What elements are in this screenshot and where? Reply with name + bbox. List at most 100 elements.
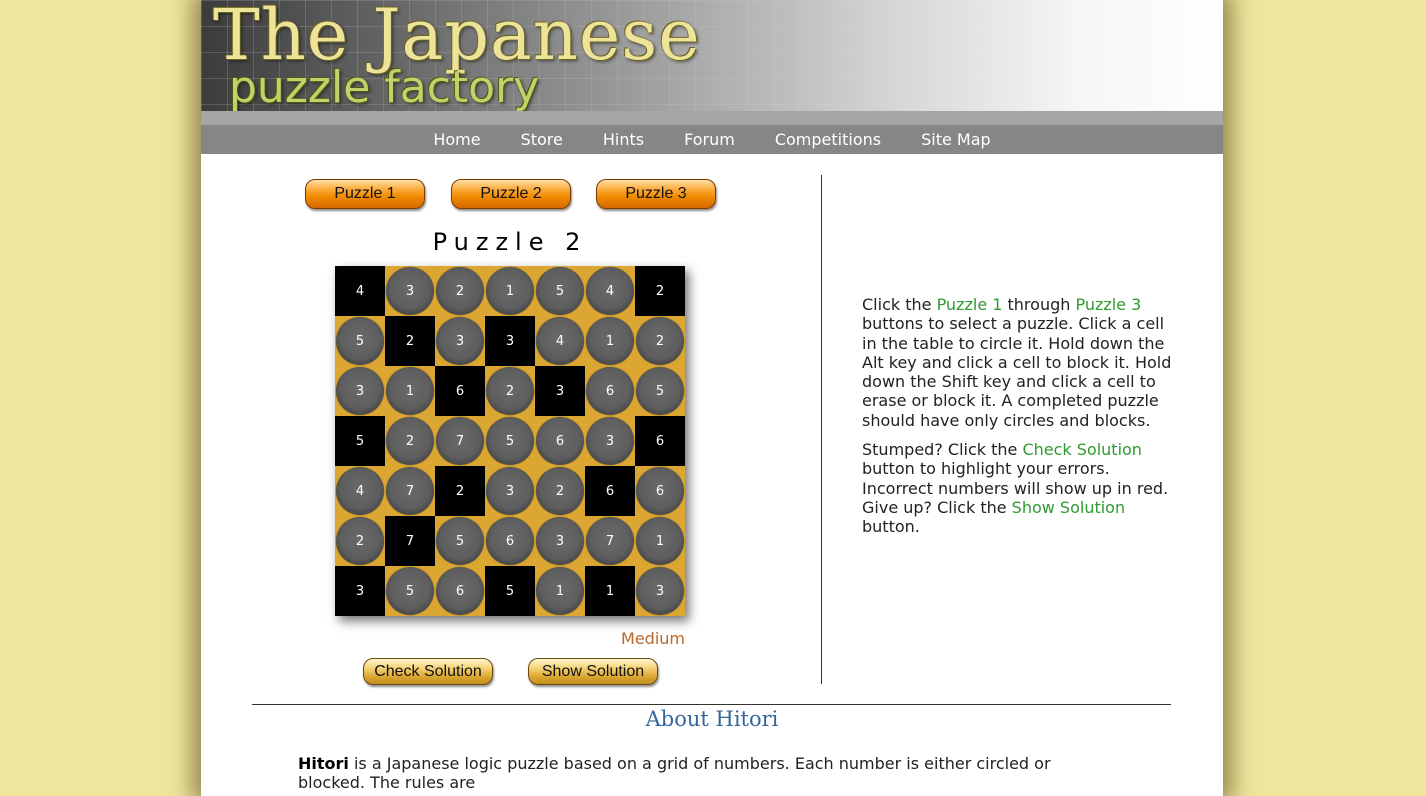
grid-cell-circled[interactable]: 2 [335, 516, 385, 566]
cell-number: 1 [605, 333, 615, 349]
show-solution-button[interactable]: Show Solution [528, 658, 658, 685]
grid-cell-circled[interactable]: 7 [585, 516, 635, 566]
grid-cell-circled[interactable]: 5 [535, 266, 585, 316]
grid-cell-blocked[interactable]: 2 [385, 316, 435, 366]
cell-number: 3 [355, 383, 365, 399]
grid-cell-circled[interactable]: 3 [435, 316, 485, 366]
grid-cell-circled[interactable]: 2 [485, 366, 535, 416]
grid-cell-circled[interactable]: 1 [535, 566, 585, 616]
site-title-line2: puzzle factory [229, 62, 540, 111]
grid-cell-blocked[interactable]: 1 [585, 566, 635, 616]
grid-cell-circled[interactable]: 7 [385, 466, 435, 516]
cell-number: 6 [455, 583, 465, 599]
nav-home[interactable]: Home [413, 125, 500, 154]
grid-cell-circled[interactable]: 2 [435, 266, 485, 316]
puzzle-3-button[interactable]: Puzzle 3 [596, 179, 716, 209]
cell-number: 1 [405, 383, 415, 399]
grid-cell-circled[interactable]: 5 [335, 316, 385, 366]
grid-cell-blocked[interactable]: 2 [635, 266, 685, 316]
cell-number: 3 [505, 483, 515, 499]
difficulty-label: Medium [621, 629, 685, 648]
cell-number: 6 [655, 483, 665, 499]
grid-cell-circled[interactable]: 3 [385, 266, 435, 316]
nav-forum[interactable]: Forum [664, 125, 755, 154]
grid-cell-circled[interactable]: 1 [385, 366, 435, 416]
cell-number: 6 [505, 533, 515, 549]
grid-cell-circled[interactable]: 3 [585, 416, 635, 466]
grid-cell-blocked[interactable]: 5 [485, 566, 535, 616]
grid-cell-circled[interactable]: 6 [585, 366, 635, 416]
about-bold-term: Hitori [298, 754, 349, 773]
header-band [201, 111, 1223, 125]
about-heading: About Hitori [645, 707, 779, 731]
grid-cell-blocked[interactable]: 4 [335, 266, 385, 316]
grid-cell-circled[interactable]: 1 [585, 316, 635, 366]
puzzle-1-button[interactable]: Puzzle 1 [305, 179, 425, 209]
cell-number: 7 [605, 533, 615, 549]
grid-cell-blocked[interactable]: 3 [335, 566, 385, 616]
puzzle-2-button[interactable]: Puzzle 2 [451, 179, 571, 209]
header-banner: The Japanese puzzle factory [201, 0, 1223, 111]
cell-number: 6 [605, 383, 615, 399]
grid-cell-circled[interactable]: 3 [485, 466, 535, 516]
grid-cell-blocked[interactable]: 2 [435, 466, 485, 516]
about-paragraph: Hitori is a Japanese logic puzzle based … [298, 754, 1098, 793]
cell-number: 3 [555, 533, 565, 549]
grid-cell-blocked[interactable]: 6 [635, 416, 685, 466]
instructions-paragraph-2: Stumped? Click the Check Solution button… [862, 440, 1180, 536]
check-solution-reference: Check Solution [1022, 440, 1142, 460]
puzzle-title: Puzzle 2 [432, 228, 588, 256]
grid-cell-circled[interactable]: 6 [435, 566, 485, 616]
grid-cell-circled[interactable]: 6 [485, 516, 535, 566]
grid-cell-blocked[interactable]: 5 [335, 416, 385, 466]
about-text: is a Japanese logic puzzle based on a gr… [298, 754, 1051, 793]
check-solution-button[interactable]: Check Solution [363, 658, 493, 685]
grid-cell-circled[interactable]: 5 [485, 416, 535, 466]
grid-cell-circled[interactable]: 2 [535, 466, 585, 516]
puzzle-1-reference: Puzzle 1 [936, 295, 1003, 314]
instructions-text: buttons to select a puzzle. Click a cell… [862, 314, 1172, 430]
show-solution-reference: Show Solution [1011, 497, 1126, 517]
grid-cell-blocked[interactable]: 3 [535, 366, 585, 416]
grid-cell-circled[interactable]: 5 [385, 566, 435, 616]
nav-hints[interactable]: Hints [583, 125, 664, 154]
cell-number: 3 [405, 283, 415, 299]
cell-number: 2 [555, 483, 565, 499]
cell-number: 6 [655, 433, 665, 449]
grid-cell-circled[interactable]: 5 [435, 516, 485, 566]
cell-number: 7 [455, 433, 465, 449]
cell-number: 5 [355, 333, 365, 349]
grid-cell-circled[interactable]: 2 [635, 316, 685, 366]
cell-number: 5 [655, 383, 665, 399]
cell-number: 5 [555, 283, 565, 299]
grid-cell-circled[interactable]: 6 [635, 466, 685, 516]
grid-cell-circled[interactable]: 1 [635, 516, 685, 566]
grid-cell-circled[interactable]: 5 [635, 366, 685, 416]
grid-cell-circled[interactable]: 3 [535, 516, 585, 566]
page: The Japanese puzzle factory Home Store H… [201, 0, 1223, 796]
nav-store[interactable]: Store [501, 125, 583, 154]
cell-number: 3 [555, 383, 565, 399]
grid-cell-blocked[interactable]: 6 [435, 366, 485, 416]
instructions-text: Click the [862, 295, 937, 314]
grid-cell-circled[interactable]: 6 [535, 416, 585, 466]
grid-cell-circled[interactable]: 2 [385, 416, 435, 466]
grid-cell-blocked[interactable]: 3 [485, 316, 535, 366]
grid-cell-circled[interactable]: 3 [635, 566, 685, 616]
cell-number: 4 [605, 283, 615, 299]
cell-number: 5 [505, 433, 515, 449]
grid-cell-blocked[interactable]: 6 [585, 466, 635, 516]
cell-number: 5 [455, 533, 465, 549]
grid-cell-circled[interactable]: 4 [535, 316, 585, 366]
hitori-board: 4 3 2 1 5 4 2 5 2 3 3 4 1 2 3 1 6 2 3 6 5 5 2 7 5 6 3 6 4 7 2 3 2 6 6 2 7 5 6 3… [335, 266, 685, 616]
nav-competitions[interactable]: Competitions [755, 125, 901, 154]
grid-cell-circled[interactable]: 7 [435, 416, 485, 466]
grid-cell-circled[interactable]: 1 [485, 266, 535, 316]
grid-cell-circled[interactable]: 4 [335, 466, 385, 516]
cell-number: 2 [655, 333, 665, 349]
grid-cell-circled[interactable]: 3 [335, 366, 385, 416]
grid-cell-blocked[interactable]: 7 [385, 516, 435, 566]
nav-site-map[interactable]: Site Map [901, 125, 1011, 154]
grid-cell-circled[interactable]: 4 [585, 266, 635, 316]
instructions-panel: Click the Puzzle 1 through Puzzle 3 butt… [862, 295, 1180, 547]
